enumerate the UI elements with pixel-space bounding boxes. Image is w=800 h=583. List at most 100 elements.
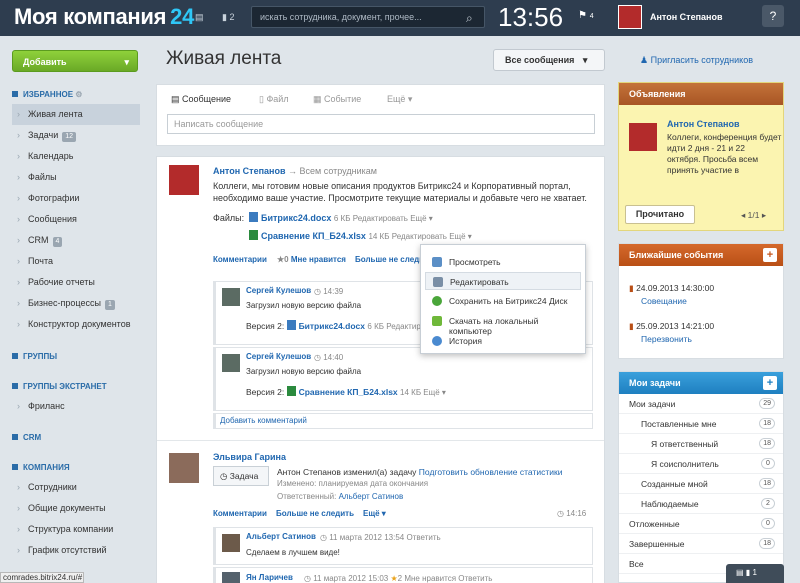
ann-author[interactable]: Антон Степанов	[667, 119, 739, 129]
menu-item-edit[interactable]: Редактировать	[425, 272, 581, 290]
comment-file[interactable]: Версия 2: Сравнение КП_Б24.xlsx 14 КБ Ещ…	[246, 386, 446, 399]
avatar[interactable]	[222, 534, 240, 552]
chat-button[interactable]: ▤ ▮ 1	[726, 564, 784, 583]
sidebar-item-reports[interactable]: Рабочие отчеты	[12, 272, 142, 293]
sidebar-item-shared-docs[interactable]: Общие документы	[12, 498, 142, 519]
task-row[interactable]: Поставленные мне 18	[619, 414, 783, 434]
task-row[interactable]: Мои задачи 29	[619, 394, 783, 414]
sidebar-item-tasks[interactable]: Задачи12	[12, 125, 142, 146]
sidebar-item-photos[interactable]: Фотографии	[12, 188, 142, 209]
sidebar-item-absence[interactable]: График отсутствий	[12, 540, 142, 561]
menu-item-history[interactable]: История	[425, 332, 581, 350]
sidebar-item-employees[interactable]: Сотрудники	[12, 477, 142, 498]
sidebar-item-mail[interactable]: Почта	[12, 251, 142, 272]
post-text: Коллеги, мы готовим новые описания проду…	[213, 181, 587, 203]
menu-item-download[interactable]: Скачать на локальный компьютер	[425, 312, 581, 336]
section-crm[interactable]: CRM	[12, 429, 142, 447]
avatar[interactable]	[629, 123, 657, 151]
event-item[interactable]: ▮ 25.09.2013 14:21:00 Перезвонить	[629, 320, 714, 346]
comment-author[interactable]: Альберт Сатинов	[246, 532, 316, 541]
sidebar-item-docgen[interactable]: Конструктор документов	[12, 314, 142, 335]
divider	[157, 440, 604, 441]
filter-dropdown[interactable]: Все сообщения ▾	[493, 49, 605, 71]
ann-pager[interactable]: ◂ 1/1 ▸	[741, 210, 766, 221]
menu-item-view[interactable]: Просмотреть	[425, 253, 581, 271]
comment-text: Загрузил новую версию файла	[246, 301, 362, 310]
sidebar-item-bp[interactable]: Бизнес-процессы1	[12, 293, 142, 314]
post-author[interactable]: Эльвира Гарина	[213, 452, 286, 462]
comment: Сергей Кулешов ◷ 14:40 Загрузил новую ве…	[213, 347, 593, 411]
task-row[interactable]: Наблюдаемые 2	[619, 494, 783, 514]
user-name[interactable]: Антон Степанов	[650, 12, 722, 22]
notifications-icon[interactable]: ▮ 2	[222, 12, 234, 23]
task-changed: Изменено: планируемая дата окончания	[277, 479, 429, 488]
read-button[interactable]: Прочитано	[625, 205, 695, 224]
sidebar-item-structure[interactable]: Структура компании	[12, 519, 142, 540]
menu-item-save-disk[interactable]: Сохранить на Битрикс24 Диск	[425, 292, 581, 310]
avatar[interactable]	[169, 165, 199, 195]
unfollow-link[interactable]: Больше не следить	[276, 509, 354, 518]
add-comment-link[interactable]: Добавить комментарий	[220, 416, 307, 425]
search-icon[interactable]: ⌕	[466, 11, 473, 26]
section-extranet[interactable]: ГРУППЫ ЭКСТРАНЕТ	[12, 378, 142, 396]
panel-title: Мои задачи +	[619, 372, 783, 394]
avatar[interactable]	[169, 453, 199, 483]
tab-message[interactable]: ▤ Сообщение	[171, 94, 231, 105]
task-badge: ◷ Задача	[213, 466, 269, 486]
avatar[interactable]	[222, 354, 240, 372]
section-favorites[interactable]: ИЗБРАННОЕ ⚙	[12, 86, 142, 104]
tab-more[interactable]: Ещё ▾	[387, 94, 412, 105]
clock[interactable]: 13:56	[498, 2, 563, 33]
tasks-panel: Мои задачи + Мои задачи 29 Поставленные мн…	[618, 371, 784, 583]
tab-file[interactable]: ▯ Файл	[259, 94, 289, 105]
help-button[interactable]: ?	[762, 5, 784, 27]
messages-icon[interactable]: ▤	[195, 12, 204, 23]
disk-icon	[432, 296, 442, 306]
task-responsible: Ответственный: Альберт Сатинов	[277, 492, 404, 501]
add-event-button[interactable]: +	[763, 248, 777, 262]
sidebar-item-crm[interactable]: CRM4	[12, 230, 142, 251]
post-author[interactable]: Антон Степанов → Всем сотрудникам	[213, 166, 377, 176]
sidebar-item-freelance[interactable]: Фриланс	[12, 396, 142, 417]
message-input[interactable]: Написать сообщение	[167, 114, 595, 134]
task-row[interactable]: Я ответственный 18	[619, 434, 783, 454]
sidebar-item-calendar[interactable]: Календарь	[12, 146, 142, 167]
task-row[interactable]: Созданные мной 18	[619, 474, 783, 494]
sidebar-item-feed[interactable]: Живая лента	[12, 104, 140, 125]
search-input[interactable]: искать сотрудника, документ, прочее... ⌕	[251, 6, 485, 28]
tab-event[interactable]: ▦ Событие	[313, 94, 361, 105]
event-item[interactable]: ▮ 24.09.2013 14:30:00 Совещание	[629, 282, 714, 308]
post-time: ◷ 14:16	[557, 509, 587, 518]
edit-icon	[433, 277, 443, 287]
flag-icon[interactable]: ⚑ 4	[578, 10, 594, 21]
events-panel: Ближайшие события + ▮ 24.09.2013 14:30:00…	[618, 243, 784, 359]
company-logo[interactable]: Моя компания 24	[14, 4, 194, 30]
comment-time: ◷ 14:39	[314, 287, 344, 296]
add-task-button[interactable]: +	[763, 376, 777, 390]
sidebar-item-files[interactable]: Файлы	[12, 167, 142, 188]
file-item[interactable]: Сравнение КП_Б24.xlsx 14 КБ Редактироват…	[249, 230, 472, 243]
comment-author[interactable]: Ян Ларичев	[246, 573, 293, 582]
user-avatar[interactable]	[618, 5, 642, 29]
avatar[interactable]	[222, 288, 240, 306]
page-title: Живая лента	[166, 48, 282, 69]
comment-author[interactable]: Сергей Кулешов	[246, 352, 311, 361]
file-item[interactable]: Битрикс24.docx 6 КБ Редактировать Ещё ▾	[249, 212, 433, 225]
task-link[interactable]: Подготовить обновление статистики	[419, 467, 563, 477]
like-link[interactable]: ★0 Мне нравится	[277, 255, 346, 264]
task-row[interactable]: Отложенные 0	[619, 514, 783, 534]
avatar[interactable]	[222, 572, 240, 583]
comments-link[interactable]: Комментарии	[213, 255, 267, 264]
invite-link[interactable]: ♟ Пригласить сотрудников	[640, 55, 753, 66]
comment-author[interactable]: Сергей Кулешов	[246, 286, 311, 295]
task-row[interactable]: Я соисполнитель 0	[619, 454, 783, 474]
more-link[interactable]: Ещё ▾	[363, 509, 386, 518]
task-row[interactable]: Завершенные 18	[619, 534, 783, 554]
top-header: Моя компания 24 ▤ ▮ 2 искать сотрудника, …	[0, 0, 800, 36]
section-groups[interactable]: ГРУППЫ	[12, 348, 142, 366]
ann-text: Коллеги, конференция будет идти 2 дня - 2…	[667, 132, 782, 175]
comments-link[interactable]: Комментарии	[213, 509, 267, 518]
section-company[interactable]: КОМПАНИЯ	[12, 459, 142, 477]
sidebar-item-messages[interactable]: Сообщения	[12, 209, 142, 230]
add-button[interactable]: Добавить ▾	[12, 50, 138, 72]
